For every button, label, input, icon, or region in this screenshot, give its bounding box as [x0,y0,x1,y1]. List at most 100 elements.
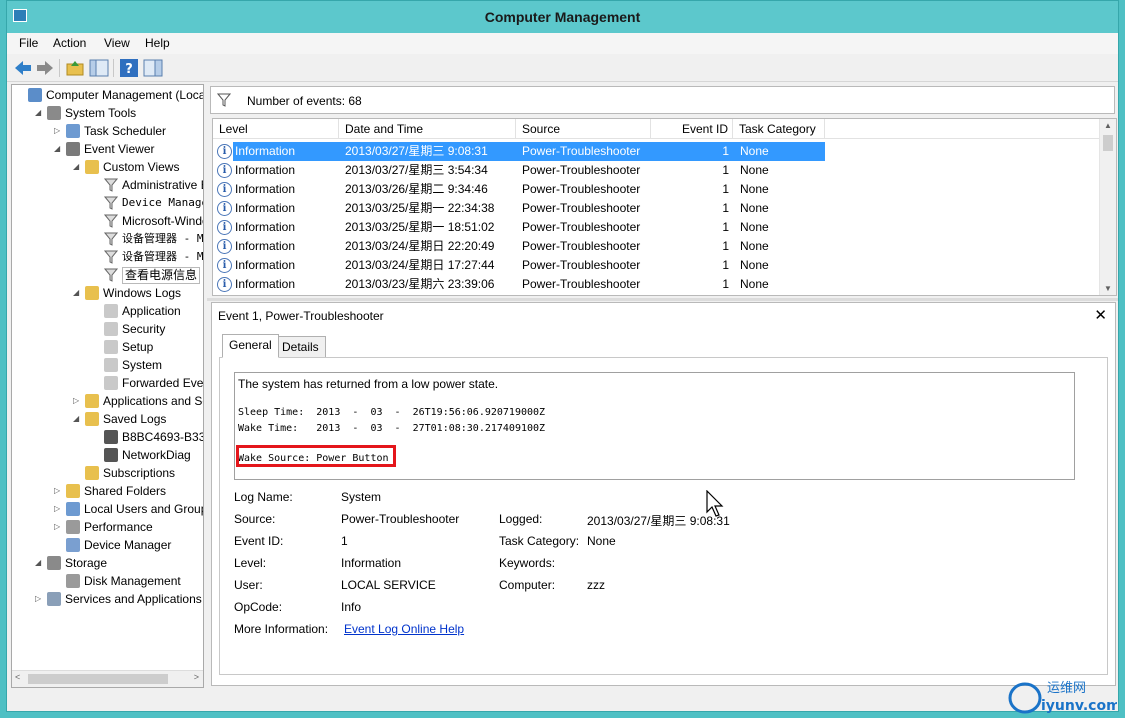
column-source[interactable]: Source [516,119,651,139]
event-id: 1 [722,239,729,253]
tree-item[interactable]: Application [92,302,181,320]
close-icon[interactable]: ✕ [1094,306,1107,324]
expand-arrow-icon[interactable]: ▷ [35,590,45,608]
expand-arrow-icon[interactable]: ▷ [54,122,64,140]
menu-help[interactable]: Help [145,36,170,50]
tree-item-label: Administrative E [122,178,204,192]
show-hide-tree-icon[interactable] [89,58,109,78]
collapse-arrow-icon[interactable]: ◢ [73,284,83,302]
back-arrow-icon[interactable] [13,58,33,78]
information-icon: i [217,201,232,216]
menu-action[interactable]: Action [53,36,86,50]
tree-item[interactable]: NetworkDiag [92,446,191,464]
users-icon [66,502,80,516]
disk-icon [66,574,80,588]
help-icon[interactable]: ? [119,58,139,78]
tree-item[interactable]: System [92,356,162,374]
column-task-category[interactable]: Task Category [733,119,825,139]
tree-item[interactable]: ▷ Local Users and Groups [54,500,203,518]
window-title: Computer Management [484,9,641,25]
expand-arrow-icon[interactable]: ▷ [73,392,83,410]
event-row[interactable]: i Information 2013/03/26/星期二 9:34:46 Power-… [213,180,1100,199]
tree-item[interactable]: B8BC4693-B33B- [92,428,203,446]
tree-item[interactable]: Administrative E [92,176,204,194]
tree-item-label: Subscriptions [103,466,176,480]
action-pane-icon[interactable] [143,58,163,78]
tree-item[interactable]: Microsoft-Windo [92,212,203,230]
tree-item[interactable]: Security [92,320,165,338]
event-row[interactable]: i Information 2013/03/27/星期三 9:08:31 Power-… [213,142,1100,161]
tree-item[interactable]: Setup [92,338,153,356]
event-description[interactable]: The system has returned from a low power… [234,372,1075,480]
information-icon: i [217,182,232,197]
tree-item[interactable]: ◢ Storage [35,554,107,572]
tree-item[interactable]: ◢ Windows Logs [73,284,181,302]
event-row[interactable]: i Information 2013/03/23/星期六 23:39:06 Power… [213,275,1100,294]
tab-details[interactable]: Details [275,336,326,358]
title-bar[interactable]: Computer Management [7,1,1118,33]
event-row[interactable]: i Information 2013/03/25/星期一 22:34:38 Power… [213,199,1100,218]
tab-general[interactable]: General [222,334,279,358]
expand-arrow-icon[interactable]: ▷ [54,518,64,536]
tree-item[interactable]: ◢ Custom Views [73,158,179,176]
tree-item[interactable]: ▷ Applications and Se [73,392,203,410]
event-date-time: 2013/03/26/星期二 9:34:46 [345,182,488,196]
event-row[interactable]: i Information 2013/03/27/星期三 3:54:34 Power-… [213,161,1100,180]
column-event-id[interactable]: Event ID [651,119,733,139]
tree-item-label: Event Viewer [84,142,155,156]
tree-item[interactable]: ◢ Saved Logs [73,410,166,428]
collapse-arrow-icon[interactable]: ◢ [54,140,64,158]
filter-icon [103,178,119,192]
watermark-text-cn: 运维网 [1047,681,1086,696]
tree-item[interactable]: ◢ System Tools [35,104,136,122]
tree-item[interactable]: Forwarded Event [92,374,204,392]
tree-item[interactable]: Subscriptions [73,464,175,482]
wake-source-highlight [236,445,396,467]
performance-icon [66,520,80,534]
event-viewer-icon [66,142,80,156]
tree-item[interactable]: 设备管理器 - M: [92,230,203,248]
forward-arrow-icon[interactable] [35,58,55,78]
collapse-arrow-icon[interactable]: ◢ [73,410,83,428]
pane-splitter[interactable] [207,298,1118,301]
collapse-arrow-icon[interactable]: ◢ [35,554,45,572]
expand-arrow-icon[interactable]: ▷ [54,482,64,500]
collapse-arrow-icon[interactable]: ◢ [35,104,45,122]
tree-item[interactable]: ▷ Services and Applications [35,590,202,608]
tree-item[interactable]: Disk Management [54,572,181,590]
up-folder-icon[interactable] [65,58,85,78]
event-count: Number of events: 68 [247,94,362,108]
folder-icon [85,412,99,426]
event-row[interactable]: i Information 2013/03/24/星期日 22:20:49 Power… [213,237,1100,256]
event-list-scrollbar[interactable]: ▲ ▼ [1099,119,1116,295]
event-source: Power-Troubleshooter [522,163,641,177]
tree-item[interactable]: ▷ Performance [54,518,153,536]
tree-item[interactable]: 查看电源信息 [92,266,201,284]
event-row[interactable]: i Information 2013/03/25/星期一 18:51:02 Power… [213,218,1100,237]
log-icon [104,340,118,354]
event-row[interactable]: i Information 2013/03/24/星期日 17:27:44 Power… [213,256,1100,275]
event-list[interactable]: Level Date and Time Source Event ID Task… [212,118,1117,296]
main-pane: Number of events: 68 Level Date and Time… [207,84,1118,688]
menu-view[interactable]: View [104,36,130,50]
user-value: LOCAL SERVICE [341,578,436,592]
navigation-tree[interactable]: Computer Management (Local ◢ System Tools ▷… [11,84,204,688]
tree-item[interactable]: ▷ Task Scheduler [54,122,166,140]
menu-file[interactable]: File [19,36,38,50]
information-icon: i [217,220,232,235]
tree-item[interactable]: Device Manager [92,194,203,212]
event-log-online-help-link[interactable]: Event Log Online Help [344,622,464,636]
filter-icon [103,232,119,246]
tree-item-label: Forwarded Event [122,376,204,390]
column-level[interactable]: Level [213,119,339,139]
tree-item[interactable]: ◢ Event Viewer [54,140,154,158]
tree-item[interactable]: Computer Management (Local [16,86,203,104]
tree-item[interactable]: ▷ Shared Folders [54,482,166,500]
tree-item[interactable]: 设备管理器 - M: [92,248,203,266]
site-watermark: 运维网 iyunv.com [1008,681,1117,714]
expand-arrow-icon[interactable]: ▷ [54,500,64,518]
tree-horizontal-scrollbar[interactable]: < > [12,670,203,687]
column-date-time[interactable]: Date and Time [339,119,516,139]
tree-item[interactable]: Device Manager [54,536,171,554]
collapse-arrow-icon[interactable]: ◢ [73,158,83,176]
